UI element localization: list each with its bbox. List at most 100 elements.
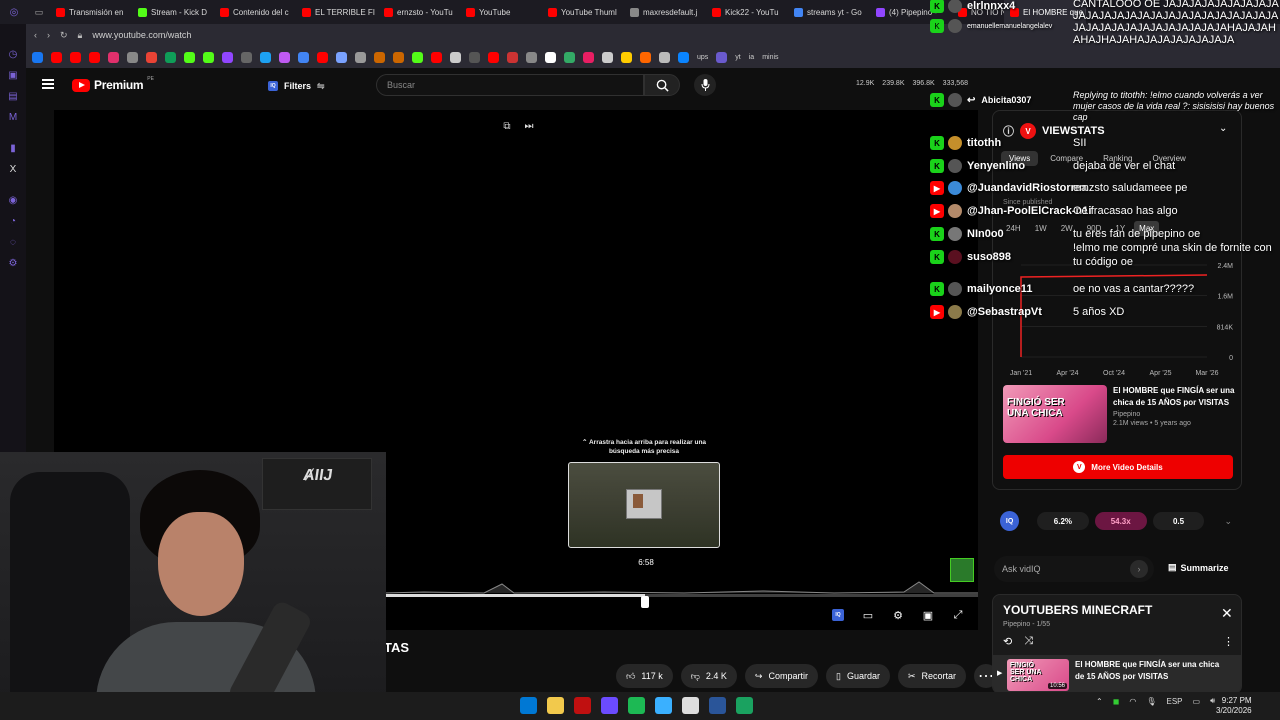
bookmark-icon[interactable] bbox=[469, 51, 480, 63]
bookmark-icon[interactable] bbox=[526, 51, 537, 63]
progress-bar[interactable] bbox=[384, 594, 978, 597]
forward-icon[interactable]: › bbox=[47, 30, 50, 40]
x-icon[interactable]: X bbox=[0, 159, 26, 180]
network-icon[interactable]: ▭ bbox=[1193, 697, 1201, 706]
search-input[interactable]: Buscar bbox=[376, 74, 644, 96]
bookmark-icon[interactable] bbox=[165, 51, 176, 63]
scrubber-handle[interactable] bbox=[641, 596, 650, 608]
back-icon[interactable]: ‹ bbox=[34, 30, 37, 40]
bookmark-icon[interactable] bbox=[640, 51, 651, 63]
reload-icon[interactable]: ↻ bbox=[60, 30, 68, 41]
related-channel[interactable]: Pipepino bbox=[1113, 411, 1237, 418]
vidiq-logo-icon[interactable]: IQ bbox=[1000, 511, 1020, 531]
bulb-icon[interactable]: ◌ bbox=[0, 232, 26, 253]
hamburger-menu-icon[interactable] bbox=[42, 79, 54, 89]
bookmark-icon[interactable] bbox=[374, 51, 385, 63]
related-video-card[interactable]: FINGIÓ SER UNA CHICA El HOMBRE que FINGÍ… bbox=[1003, 385, 1235, 445]
bookmark-icon[interactable] bbox=[431, 51, 442, 63]
fullscreen-icon[interactable]: ⤢ bbox=[950, 607, 966, 623]
browser-tab[interactable]: Transmisión en bbox=[50, 0, 132, 24]
bookmark-icon[interactable] bbox=[260, 51, 271, 63]
taskbar-clock[interactable]: 9:27 PM 3/20/2026 bbox=[1216, 696, 1252, 716]
bookmark-icon[interactable] bbox=[602, 51, 613, 63]
mic-tray-icon[interactable]: 🎙︎ bbox=[1146, 697, 1156, 706]
bookmark-icon[interactable] bbox=[279, 51, 290, 63]
bookmark-icon[interactable] bbox=[488, 51, 499, 63]
browser-tab[interactable]: Contenido del c bbox=[214, 0, 296, 24]
volume-icon[interactable]: 🔊︎ bbox=[1210, 696, 1215, 706]
playlist-menu-icon[interactable]: ⋮ bbox=[1223, 635, 1234, 648]
browser-tab[interactable]: YouTube Thuml bbox=[542, 0, 624, 24]
summarize-button[interactable]: ▤ Summarize bbox=[1168, 562, 1229, 573]
bookmark-icon[interactable] bbox=[450, 51, 461, 63]
youtube-logo[interactable]: Premium PE bbox=[72, 76, 154, 92]
bookmark-icon[interactable] bbox=[678, 51, 689, 63]
browser-menu-icon[interactable]: ◎ bbox=[0, 0, 28, 24]
taskbar-app-icon[interactable] bbox=[709, 697, 726, 714]
voice-search-button[interactable] bbox=[694, 74, 716, 96]
vidiq-chevron-icon[interactable]: ⌄ bbox=[1224, 516, 1232, 527]
bookmark-icon[interactable] bbox=[108, 51, 119, 63]
skip-next-icon[interactable]: ⏭︎ bbox=[522, 120, 536, 132]
tab-list-icon[interactable]: ▭ bbox=[28, 0, 50, 24]
vidiq-chip-score[interactable]: 0.5 bbox=[1152, 512, 1205, 530]
filters-button[interactable]: IQ Filters ⇋ bbox=[262, 76, 331, 96]
more-video-details-button[interactable]: V More Video Details bbox=[1003, 455, 1233, 479]
bookmark-icon[interactable] bbox=[70, 51, 81, 63]
playlist-title[interactable]: YOUTUBERS MINECRAFT bbox=[1003, 603, 1152, 617]
wifi-icon[interactable]: ◠ bbox=[1129, 697, 1136, 706]
browser-tab[interactable]: streams yt - Go bbox=[788, 0, 870, 24]
browser-tab[interactable]: Kick22 - YouTu bbox=[706, 0, 788, 24]
related-title[interactable]: El HOMBRE que FINGÍA ser una chica de 15… bbox=[1113, 385, 1237, 409]
url-text[interactable]: www.youtube.com/watch bbox=[92, 30, 191, 40]
miniplayer-icon[interactable]: ⧉ bbox=[500, 120, 514, 132]
clip-button[interactable]: ✂ Recortar bbox=[897, 664, 967, 688]
briefcase-icon[interactable]: ▣ bbox=[0, 65, 26, 86]
taskbar-app-icon[interactable] bbox=[547, 697, 564, 714]
settings-gear-icon[interactable]: ⚙ bbox=[890, 607, 906, 623]
browser-tab[interactable]: YouTube bbox=[460, 0, 542, 24]
bookmark-icon[interactable] bbox=[32, 51, 43, 63]
taskbar-app-icon[interactable] bbox=[736, 697, 753, 714]
bookmark-icon[interactable] bbox=[241, 51, 252, 63]
bookmark-icon[interactable] bbox=[222, 51, 233, 63]
taskbar-app-icon[interactable] bbox=[520, 697, 537, 714]
browser-tab[interactable]: ernzsto - YouTu bbox=[378, 0, 460, 24]
browser-tab[interactable]: Stream - Kick D bbox=[132, 0, 214, 24]
bookmark-icon[interactable] bbox=[621, 51, 632, 63]
vidiq-player-icon[interactable]: IQ bbox=[830, 607, 846, 623]
bookmark-icon[interactable] bbox=[412, 51, 423, 63]
bookmark-icon[interactable] bbox=[203, 51, 214, 63]
browser-tab[interactable]: maxresdefault.j bbox=[624, 0, 706, 24]
theater-mode-icon[interactable]: ▣ bbox=[920, 607, 936, 623]
bookmark-icon[interactable] bbox=[146, 51, 157, 63]
browser-tab[interactable]: EL TERRIBLE FI bbox=[296, 0, 378, 24]
bookmark-label[interactable]: ups bbox=[697, 54, 708, 61]
clock-icon[interactable]: ◔ bbox=[0, 211, 26, 232]
twitch-icon[interactable]: ▮ bbox=[0, 138, 26, 159]
search-button[interactable] bbox=[644, 74, 680, 96]
bookmark-label[interactable]: yt bbox=[735, 54, 740, 61]
save-button[interactable]: ▯ Guardar bbox=[825, 664, 890, 688]
bookmark-icon[interactable] bbox=[583, 51, 594, 63]
ask-send-icon[interactable]: › bbox=[1130, 560, 1148, 578]
vidiq-chip-engagement[interactable]: 6.2% bbox=[1036, 512, 1089, 530]
language-indicator[interactable]: ESP bbox=[1166, 697, 1182, 706]
bookmark-icon[interactable] bbox=[393, 51, 404, 63]
bookmark-icon[interactable] bbox=[659, 51, 670, 63]
bookmark-icon[interactable] bbox=[564, 51, 575, 63]
bookmark-icon[interactable] bbox=[51, 51, 62, 63]
shuffle-icon[interactable]: ⤨ bbox=[1024, 635, 1033, 648]
bookmark-icon[interactable] bbox=[545, 51, 556, 63]
related-thumbnail[interactable]: FINGIÓ SER UNA CHICA bbox=[1003, 385, 1107, 443]
play-circle-icon[interactable]: ◉ bbox=[0, 190, 26, 211]
taskbar-app-icon[interactable] bbox=[628, 697, 645, 714]
vidiq-chip-outlier[interactable]: 54.3x bbox=[1094, 512, 1147, 530]
bookmark-label[interactable]: minis bbox=[762, 54, 778, 61]
bookmark-icon[interactable] bbox=[298, 51, 309, 63]
playlist-item[interactable]: ▶ FINGIÓ SER UNA CHICA 10:56 El HOMBRE q… bbox=[993, 655, 1241, 693]
taskbar-app-icon[interactable] bbox=[601, 697, 618, 714]
chevron-up-icon[interactable]: ⌃ bbox=[1096, 697, 1103, 706]
subtitles-icon[interactable]: ▭ bbox=[860, 607, 876, 623]
bookmark-icon[interactable] bbox=[89, 51, 100, 63]
